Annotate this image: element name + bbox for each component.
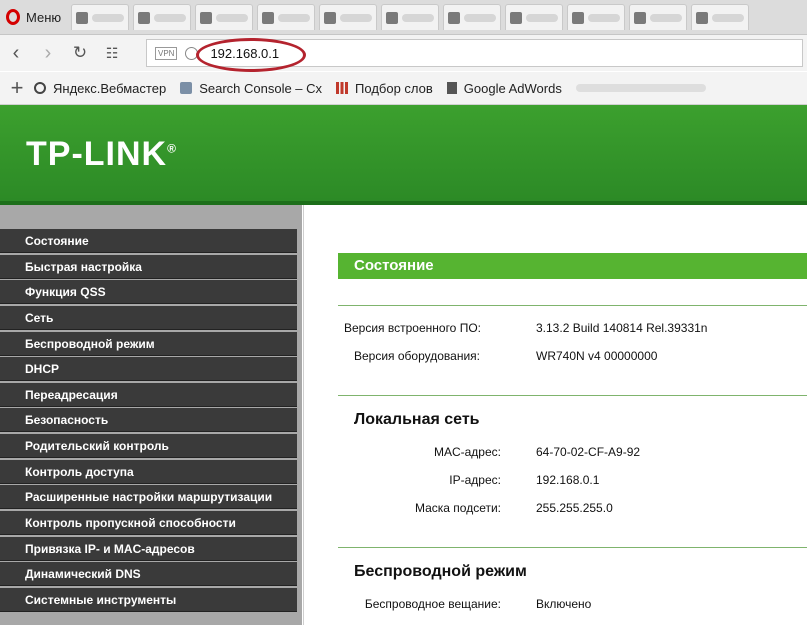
reload-icon[interactable]: ↻: [64, 35, 96, 71]
tab-favicon-icon: [200, 11, 213, 24]
tab-title-blurred: [216, 13, 249, 22]
bar-chart-icon: [336, 82, 349, 94]
address-toolbar: ‹ › ↻ ☷ VPN 192.168.0.1: [0, 35, 807, 72]
sidebar-item-status[interactable]: Состояние: [0, 229, 297, 253]
opera-logo-icon: [6, 9, 20, 25]
logo-text: TP-LINK: [26, 135, 168, 173]
browser-tab[interactable]: [505, 4, 564, 30]
sidebar-item-network[interactable]: Сеть: [0, 305, 297, 330]
sidebar-item-wireless[interactable]: Беспроводной режим: [0, 331, 297, 356]
url-highlight-ellipse: [196, 38, 306, 72]
tab-title-blurred: [278, 13, 311, 22]
bookmark-search-console[interactable]: Search Console – Сх: [180, 81, 322, 96]
bookmark-label: Подбор слов: [355, 80, 433, 96]
sidebar-item-ip-mac-binding[interactable]: Привязка IP- и MAC-адресов: [0, 536, 297, 561]
tab-title-blurred: [340, 13, 373, 22]
search-console-icon: [180, 82, 193, 94]
mac-value: 64-70-02-CF-A9-92: [536, 445, 641, 459]
tab-title-blurred: [588, 13, 621, 22]
tab-title-blurred: [650, 13, 683, 22]
forward-icon[interactable]: ›: [32, 35, 64, 71]
mask-value: 255.255.255.0: [536, 501, 613, 515]
broadcast-label: Беспроводное вещание:: [364, 597, 501, 611]
bookmark-yandex[interactable]: Яндекс.Вебмастер: [34, 81, 166, 96]
ip-label: IP-адрес:: [449, 473, 501, 487]
bookmarks-bar: + Яндекс.Вебмастер Search Console – Сх П…: [0, 72, 807, 105]
sidebar-item-parental-control[interactable]: Родительский контроль: [0, 434, 297, 459]
bookmark-label: Google AdWords: [463, 80, 562, 96]
browser-tab[interactable]: [319, 4, 378, 30]
wireless-title: Беспроводной режим: [354, 563, 527, 580]
tab-favicon-icon: [634, 11, 647, 24]
browser-tab[interactable]: [195, 4, 254, 30]
browser-tab[interactable]: [257, 4, 316, 30]
divider: [338, 395, 807, 396]
browser-tab[interactable]: [133, 4, 192, 30]
browser-tab[interactable]: [629, 4, 688, 30]
browser-tab[interactable]: [381, 4, 440, 30]
sidebar-item-advanced-routing[interactable]: Расширенные настройки маршрутизации: [0, 485, 297, 510]
document-icon: [446, 82, 457, 94]
tab-favicon-icon: [448, 11, 461, 24]
sidebar-item-forwarding[interactable]: Переадресация: [0, 382, 297, 407]
tab-favicon-icon: [76, 11, 89, 24]
browser-tab-bar: Меню: [0, 0, 807, 35]
tab-favicon-icon: [138, 11, 151, 24]
tab-title-blurred: [92, 13, 125, 22]
sidebar-item-quick-setup[interactable]: Быстрая настройка: [0, 254, 297, 279]
logo-registered-mark: ®: [167, 141, 177, 156]
bookmark-label: Яндекс.Вебмастер: [53, 80, 167, 96]
mask-label: Маска подсети:: [414, 501, 501, 515]
tab-favicon-icon: [510, 11, 523, 24]
bookmark-label: Search Console – Сх: [199, 80, 323, 96]
menu-label: Меню: [26, 9, 62, 25]
browser-tab[interactable]: [443, 4, 502, 30]
mac-label: MAC-адрес:: [433, 445, 501, 459]
sidebar-item-qss[interactable]: Функция QSS: [0, 280, 297, 305]
tab-favicon-icon: [572, 11, 585, 24]
tab-favicon-icon: [262, 11, 275, 24]
divider: [338, 547, 807, 548]
bookmark-keyword-planner[interactable]: Подбор слов: [336, 81, 433, 96]
vpn-badge[interactable]: VPN: [155, 46, 178, 60]
browser-tab[interactable]: [71, 4, 130, 30]
speed-dial-icon[interactable]: ☷: [96, 35, 128, 71]
lan-title: Локальная сеть: [354, 411, 480, 428]
firmware-label: Версия встроенного ПО:: [344, 321, 481, 335]
tab-title-blurred: [402, 13, 435, 22]
status-panel: Состояние Версия встроенного ПО: 3.13.2 …: [303, 205, 807, 625]
router-sidebar: Состояние Быстрая настройка Функция QSS …: [0, 205, 302, 625]
bookmark-google-adwords[interactable]: Google AdWords: [446, 80, 562, 96]
ip-value: 192.168.0.1: [536, 473, 600, 487]
tab-favicon-icon: [386, 11, 399, 24]
sidebar-item-access-control[interactable]: Контроль доступа: [0, 459, 297, 484]
tab-favicon-icon: [324, 11, 337, 24]
tab-favicon-icon: [696, 11, 709, 24]
browser-tab[interactable]: [567, 4, 626, 30]
hardware-value: WR740N v4 00000000: [536, 349, 658, 363]
firmware-value: 3.13.2 Build 140814 Rel.39331n: [536, 321, 708, 335]
tp-link-logo: TP-LINK®: [26, 135, 177, 174]
section-title-status: Состояние: [338, 253, 807, 279]
sidebar-item-system-tools[interactable]: Системные инструменты: [0, 587, 297, 612]
broadcast-value: Включено: [536, 597, 592, 611]
opera-menu-button[interactable]: Меню: [0, 0, 69, 34]
tab-title-blurred: [712, 13, 745, 22]
browser-tab[interactable]: [691, 4, 750, 30]
tab-title-blurred: [154, 13, 187, 22]
sidebar-item-dhcp[interactable]: DHCP: [0, 357, 297, 382]
sidebar-item-bandwidth-control[interactable]: Контроль пропускной способности: [0, 511, 297, 536]
bookmark-blurred-label: [575, 84, 706, 92]
bookmark-blurred[interactable]: [575, 84, 706, 92]
add-bookmark-icon[interactable]: +: [0, 75, 34, 101]
sidebar-item-dynamic-dns[interactable]: Динамический DNS: [0, 562, 297, 587]
divider: [338, 305, 807, 306]
hardware-label: Версия оборудования:: [354, 349, 480, 363]
back-icon[interactable]: ‹: [0, 35, 32, 71]
sidebar-item-security[interactable]: Безопасность: [0, 408, 297, 433]
tab-title-blurred: [526, 13, 559, 22]
tab-title-blurred: [464, 13, 497, 22]
router-header: TP-LINK®: [0, 105, 807, 205]
yandex-webmaster-icon: [34, 82, 46, 94]
